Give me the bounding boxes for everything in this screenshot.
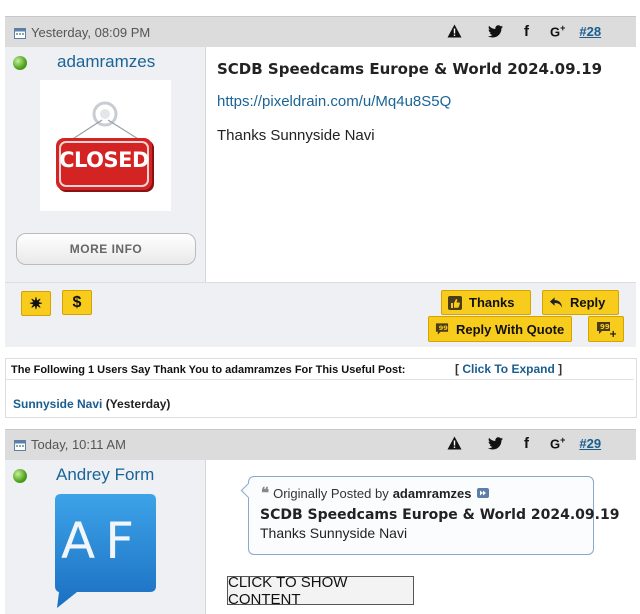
thumbs-up-icon xyxy=(448,295,462,310)
show-content-button[interactable]: CLICK TO SHOW CONTENT xyxy=(227,574,414,608)
facebook-icon[interactable]: f xyxy=(524,435,529,452)
quote-author: adamramzes xyxy=(392,485,472,501)
calendar-icon xyxy=(14,439,26,451)
twitter-icon[interactable] xyxy=(488,436,503,450)
more-info-button[interactable]: MORE INFO xyxy=(16,233,196,265)
google-plus-icon[interactable]: G+ xyxy=(550,23,565,39)
warning-icon[interactable] xyxy=(447,436,463,450)
reply-with-quote-button[interactable]: 99 Reply With Quote xyxy=(428,316,572,342)
download-link[interactable]: https://pixeldrain.com/u/Mq4u8S5Q xyxy=(217,93,451,110)
avatar-sign-text: CLOSED xyxy=(59,148,149,172)
quote-title: SCDB Speedcams Europe & World 2024.09.19 xyxy=(260,507,620,523)
donate-button[interactable]: $ xyxy=(62,290,92,315)
calendar-icon xyxy=(14,27,26,39)
quote-header: ❝ Originally Posted by adamramzes xyxy=(261,484,490,502)
post-title: SCDB Speedcams Europe & World 2024.09.19 xyxy=(217,60,603,78)
post-date: Today, 10:11 AM xyxy=(14,437,126,452)
username-link[interactable]: Andrey Form xyxy=(56,465,154,485)
multi-quote-button[interactable]: 99 + xyxy=(588,316,624,342)
thanks-user-when: (Yesterday) xyxy=(105,397,171,411)
expand-bracket-close: ] xyxy=(558,362,563,376)
expand-bracket-open: [ xyxy=(455,362,459,376)
post-date: Yesterday, 08:09 PM xyxy=(14,25,150,40)
reply-label: Reply xyxy=(570,295,606,310)
quote-marks-icon: ❝ xyxy=(261,484,270,502)
google-plus-icon[interactable]: G+ xyxy=(550,435,565,451)
quote-icon: 99 xyxy=(435,322,449,336)
post-actions: f G+ #28 xyxy=(447,20,601,42)
svg-text:99: 99 xyxy=(439,324,449,332)
star-button[interactable]: ✷ xyxy=(21,291,51,316)
post-number-link[interactable]: #29 xyxy=(579,436,601,451)
reply-button[interactable]: Reply xyxy=(542,290,619,315)
online-status-icon xyxy=(13,469,27,483)
expand-link[interactable]: Click To Expand xyxy=(462,362,554,376)
reply-arrow-icon xyxy=(549,296,563,310)
thanks-button[interactable]: Thanks xyxy=(441,290,531,315)
thanks-label: Thanks xyxy=(469,295,515,310)
quote-prefix: Originally Posted by xyxy=(273,485,389,501)
view-post-icon[interactable] xyxy=(477,488,490,498)
thanks-user-row: Sunnyside Navi (Yesterday) xyxy=(13,397,170,411)
facebook-icon[interactable]: f xyxy=(524,23,529,40)
click-to-expand[interactable]: [ Click To Expand ] xyxy=(455,362,562,376)
avatar[interactable]: CLOSED xyxy=(40,80,171,211)
post-date-text: Today, 10:11 AM xyxy=(31,437,126,452)
svg-text:+: + xyxy=(609,329,616,337)
twitter-icon[interactable] xyxy=(488,24,503,38)
online-status-icon xyxy=(13,56,27,70)
username-link[interactable]: adamramzes xyxy=(57,52,155,72)
multi-quote-icon: 99 + xyxy=(596,322,616,337)
reply-with-quote-label: Reply With Quote xyxy=(456,321,565,337)
post-actions: f G+ #29 xyxy=(447,432,601,454)
thanks-panel-title: The Following 1 Users Say Thank You to a… xyxy=(11,364,406,376)
post-date-text: Yesterday, 08:09 PM xyxy=(31,25,151,40)
quote-body: Thanks Sunnyside Navi xyxy=(260,525,408,541)
dollar-icon: $ xyxy=(72,293,82,311)
thanks-user-link[interactable]: Sunnyside Navi xyxy=(13,397,102,411)
warning-icon[interactable] xyxy=(447,24,463,38)
avatar-letters: AF xyxy=(61,512,144,570)
post-body: Thanks Sunnyside Navi xyxy=(217,127,375,144)
star-icon: ✷ xyxy=(29,295,43,313)
avatar[interactable]: AF xyxy=(55,494,156,608)
post-number-link[interactable]: #28 xyxy=(579,24,601,39)
